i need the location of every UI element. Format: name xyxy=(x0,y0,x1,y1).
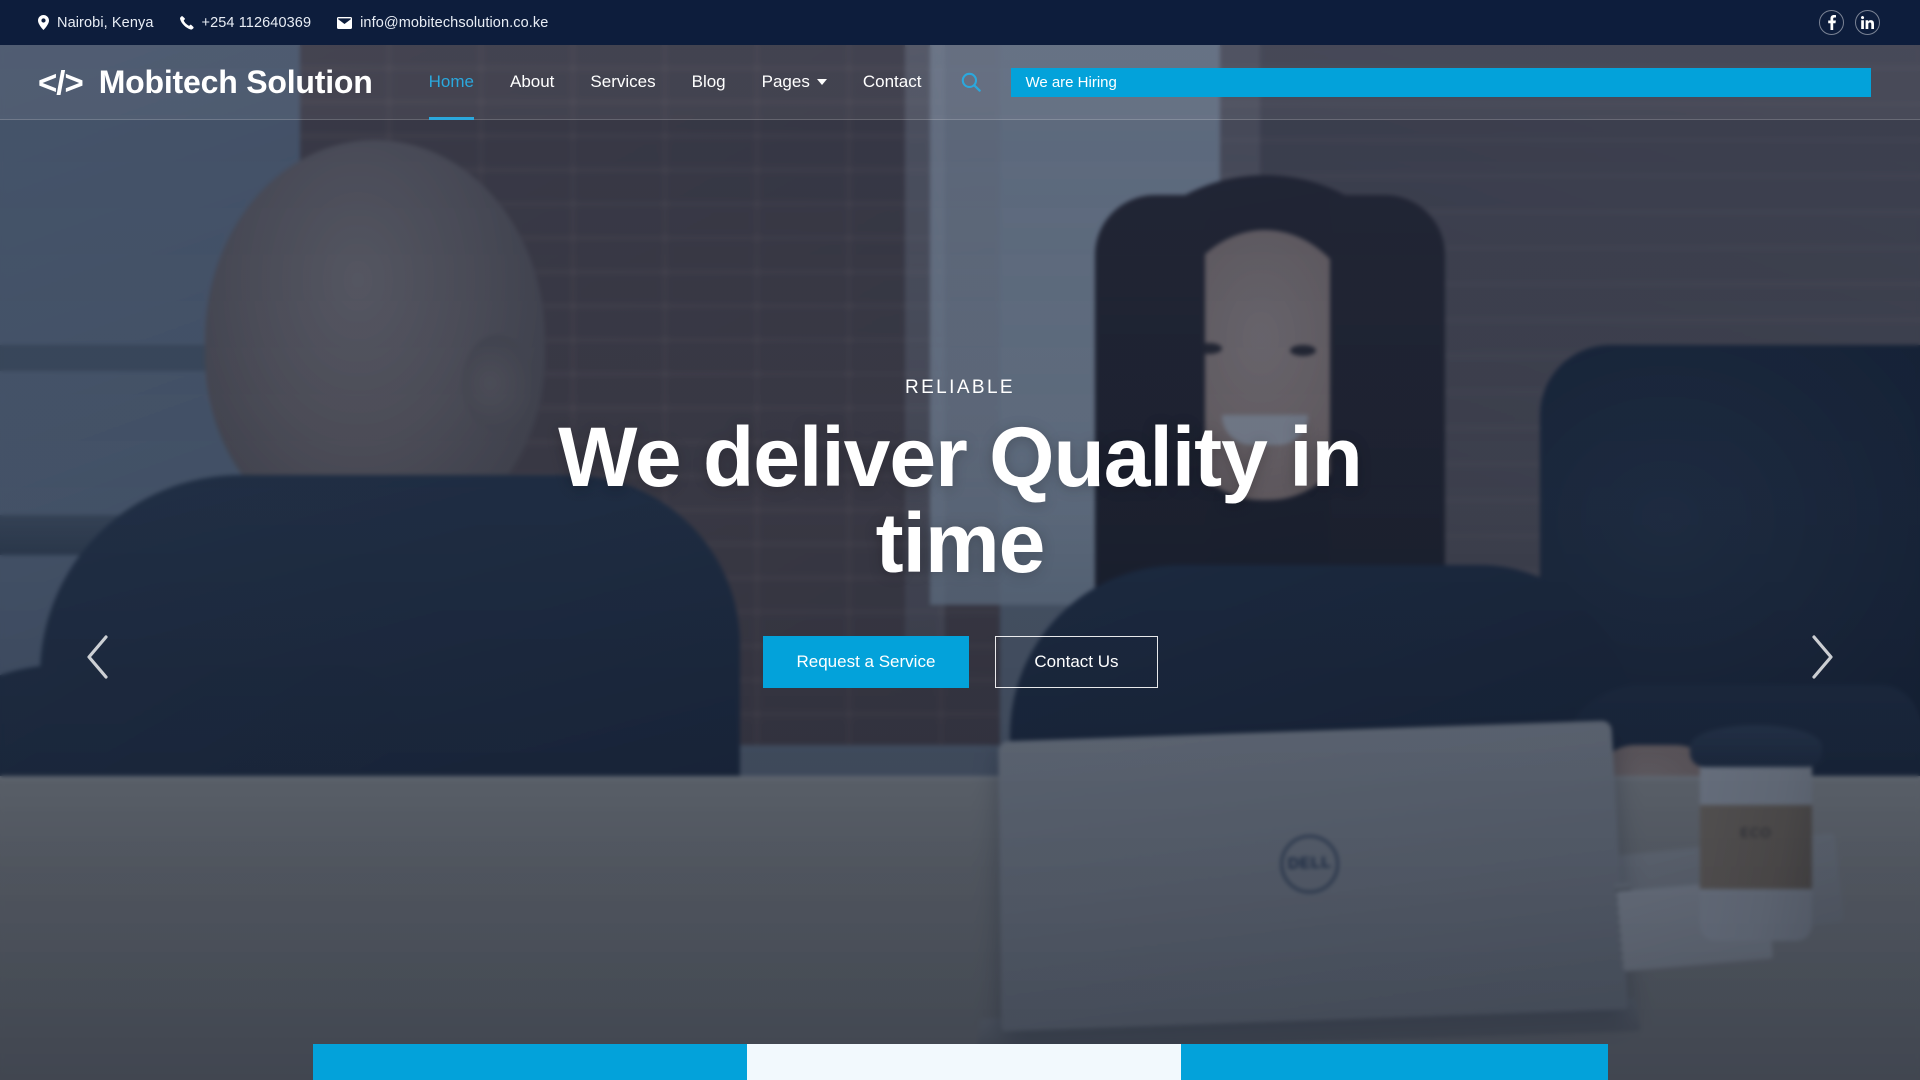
feature-cards-strip xyxy=(313,1044,1608,1080)
phone-text: +254 112640369 xyxy=(201,14,312,31)
feature-card-1[interactable] xyxy=(313,1044,747,1080)
linkedin-icon[interactable] xyxy=(1855,10,1880,35)
location-text: Nairobi, Kenya xyxy=(57,14,154,31)
email-info: info@mobitechsolution.co.ke xyxy=(337,15,548,31)
chevron-left-icon[interactable] xyxy=(70,630,124,684)
phone-info: +254 112640369 xyxy=(179,14,312,31)
hero-cta-row: Request a Service Contact Us xyxy=(762,636,1158,689)
feature-card-3[interactable] xyxy=(1181,1044,1608,1080)
top-utility-bar: Nairobi, Kenya +254 112640369 info@mobit… xyxy=(0,0,1920,45)
nav-item-about[interactable]: About xyxy=(492,45,572,119)
main-header: </> Mobitech Solution Home About Service… xyxy=(0,45,1920,120)
email-text: info@mobitechsolution.co.ke xyxy=(360,14,549,31)
page-root: DELL ECO RELIABLE We deliver Quality in … xyxy=(0,0,1920,1080)
feature-card-2[interactable] xyxy=(747,1044,1181,1080)
nav-label-contact: Contact xyxy=(862,72,922,91)
request-service-button[interactable]: Request a Service xyxy=(762,636,970,689)
envelope-icon xyxy=(337,16,353,29)
nav-label-blog: Blog xyxy=(691,72,726,91)
nav-label-services: Services xyxy=(590,72,656,91)
primary-navigation: Home About Services Blog Pages Contact xyxy=(411,45,940,120)
site-logo[interactable]: </> Mobitech Solution xyxy=(38,64,373,101)
chevron-down-icon xyxy=(816,79,827,85)
chevron-right-icon[interactable] xyxy=(1796,630,1850,684)
contact-us-button[interactable]: Contact Us xyxy=(995,636,1158,689)
nav-label-pages: Pages xyxy=(761,72,810,91)
code-brackets-icon: </> xyxy=(38,63,84,101)
nav-item-home[interactable]: Home xyxy=(411,45,492,120)
nav-item-blog[interactable]: Blog xyxy=(674,45,744,119)
map-pin-icon xyxy=(38,15,49,30)
facebook-icon[interactable] xyxy=(1819,10,1844,35)
nav-item-contact[interactable]: Contact xyxy=(845,45,940,119)
topbar-contact-group: Nairobi, Kenya +254 112640369 info@mobit… xyxy=(38,15,548,31)
hiring-banner[interactable]: We are Hiring xyxy=(1011,67,1872,97)
phone-icon xyxy=(179,15,194,30)
nav-label-home: Home xyxy=(428,72,474,91)
hiring-banner-text: We are Hiring xyxy=(1025,73,1117,91)
hero-slider: DELL ECO RELIABLE We deliver Quality in … xyxy=(0,45,1920,1080)
brand-name: Mobitech Solution xyxy=(98,63,373,100)
social-links-group xyxy=(1819,10,1880,35)
nav-item-pages[interactable]: Pages xyxy=(744,45,845,119)
location-info: Nairobi, Kenya xyxy=(38,15,154,31)
search-icon[interactable] xyxy=(955,66,987,98)
nav-label-about: About xyxy=(509,72,555,91)
hero-dark-overlay xyxy=(0,45,1920,1080)
nav-item-services[interactable]: Services xyxy=(572,45,673,119)
